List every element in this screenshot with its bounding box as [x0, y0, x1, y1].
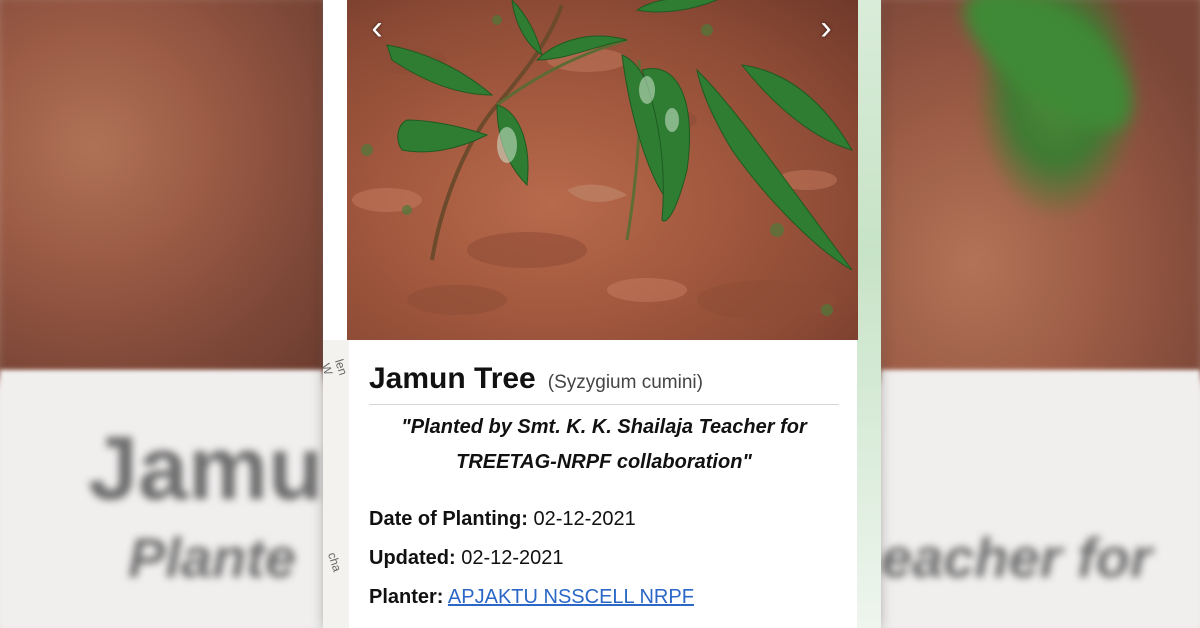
date-of-planting-label: Date of Planting: [369, 508, 528, 530]
planter-link[interactable]: APJAKTU NSSCELL NRPF [448, 586, 694, 608]
chevron-right-icon: › [820, 9, 832, 47]
blurred-title-text: Jamun [88, 419, 323, 519]
updated-row: Updated: 02-12-2021 [369, 547, 839, 570]
blurred-background-right: eacher for [881, 0, 1200, 628]
carousel-prev-button[interactable]: ‹ [363, 8, 391, 48]
map-label: len W [323, 357, 351, 377]
dedication-quote: "Planted by Smt. K. K. Shailaja Teacher … [369, 410, 839, 480]
planter-row: Planter: APJAKTU NSSCELL NRPF [369, 586, 839, 609]
tree-name: Jamun Tree [369, 362, 536, 395]
title-row: Jamun Tree (Syzygium cumini) [369, 362, 839, 396]
blurred-quote-text: eacher for [881, 526, 1152, 589]
map-strip: len W cha [323, 340, 350, 628]
chevron-left-icon: ‹ [371, 9, 383, 47]
planter-label: Planter: [369, 586, 444, 608]
blurred-soil-photo [0, 0, 323, 380]
updated-value: 02-12-2021 [461, 547, 564, 569]
dedication-line: "Planted by Smt. K. K. Shailaja Teacher … [401, 416, 807, 438]
blurred-quote-text: Plante [128, 526, 297, 589]
divider [369, 404, 839, 405]
tree-info: Jamun Tree (Syzygium cumini) "Planted by… [369, 362, 839, 609]
scientific-name: (Syzygium cumini) [547, 372, 703, 393]
date-of-planting-value: 02-12-2021 [533, 508, 636, 530]
blurred-background-left: Jamun Plante [0, 0, 323, 628]
map-strip-right [857, 0, 881, 628]
tree-photo[interactable]: ‹ › [347, 0, 858, 340]
carousel-next-button[interactable]: › [812, 8, 840, 48]
tree-detail-card: len W cha ‹ › Jamun Tree (Syzygium cumin… [323, 0, 881, 628]
sapling-illustration [352, 0, 854, 320]
date-of-planting-row: Date of Planting: 02-12-2021 [369, 508, 839, 531]
updated-label: Updated: [369, 547, 456, 569]
dedication-line: TREETAG-NRPF collaboration" [456, 451, 752, 473]
map-label: cha [325, 550, 345, 574]
